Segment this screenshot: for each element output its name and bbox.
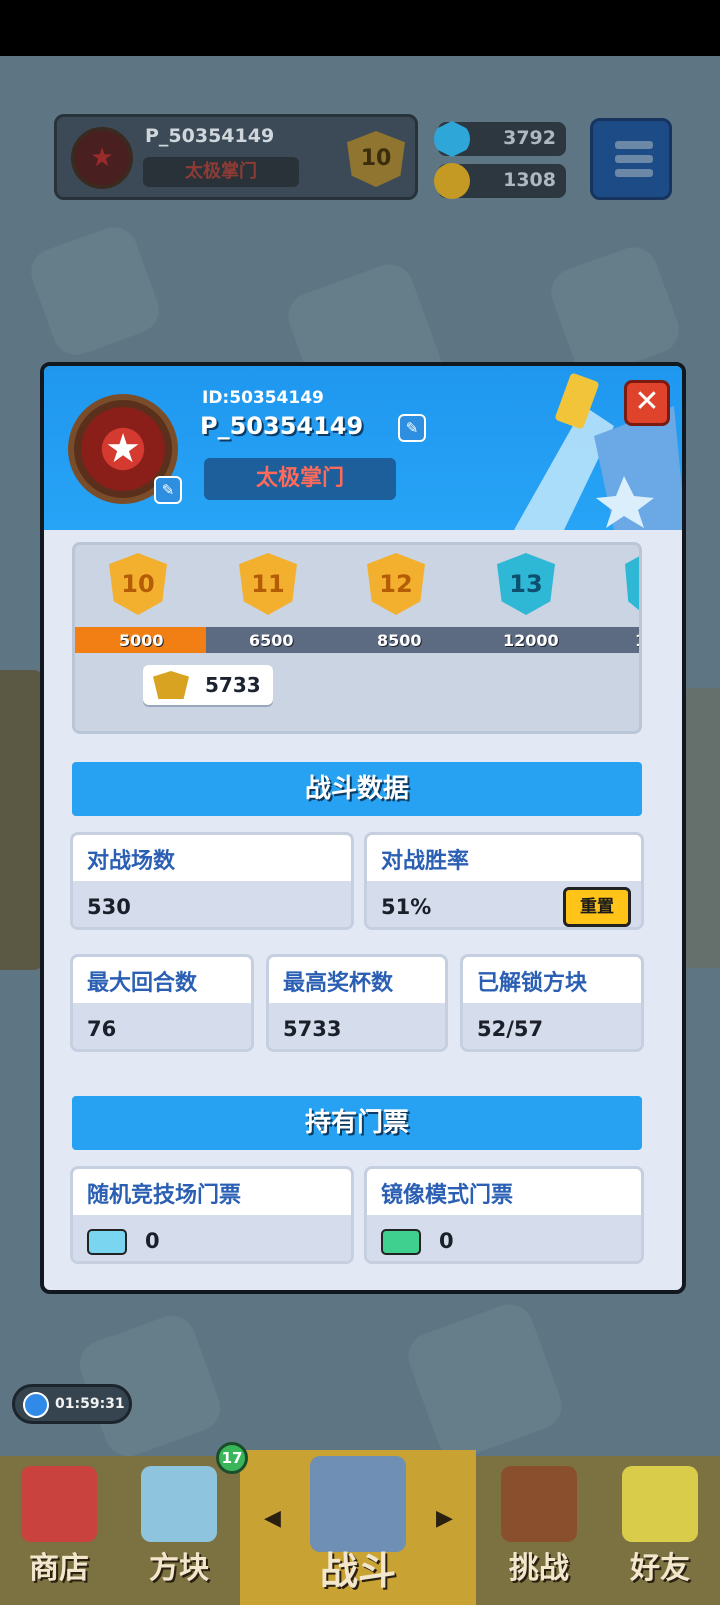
gem-count: 3792 bbox=[503, 127, 556, 149]
battle-stats-title: 战斗数据 bbox=[72, 762, 642, 816]
profile-clan[interactable]: 太极掌门 bbox=[204, 458, 396, 500]
max-rounds-label: 最大回合数 bbox=[87, 971, 198, 996]
random-arena-ticket-count: 0 bbox=[145, 1229, 160, 1253]
coin-count: 1308 bbox=[503, 169, 556, 191]
reset-button[interactable]: 重置 bbox=[563, 887, 631, 927]
friends-icon bbox=[622, 1466, 698, 1542]
max-trophies-label: 最高奖杯数 bbox=[283, 971, 394, 996]
coin-counter[interactable]: 1308 bbox=[434, 163, 566, 199]
rank-track: 10 11 12 13 5000 6500 8500 12000 1 5733 bbox=[72, 542, 642, 734]
tab-challenge[interactable]: 挑战 bbox=[480, 1456, 598, 1605]
gem-icon bbox=[434, 121, 470, 157]
current-trophies-value: 5733 bbox=[205, 673, 261, 697]
max-rounds-value: 76 bbox=[87, 1017, 117, 1041]
ticket-icon bbox=[381, 1229, 421, 1255]
matches-label: 对战场数 bbox=[87, 849, 176, 874]
profile-name: P_50354149 bbox=[200, 412, 364, 440]
tab-blocks-label: 方块 bbox=[149, 1551, 209, 1586]
tab-challenge-label: 挑战 bbox=[509, 1551, 569, 1586]
blocks-notification-badge: 17 bbox=[216, 1442, 248, 1474]
tab-shop-label: 商店 bbox=[29, 1551, 89, 1586]
ticket-icon bbox=[87, 1229, 127, 1255]
timer-value: 01:59:31 bbox=[55, 1396, 125, 1412]
tab-battle-label: 战斗 bbox=[319, 1549, 396, 1593]
player-summary-card[interactable]: ★ P_50354149 太极掌门 10 bbox=[54, 114, 418, 200]
status-bar bbox=[0, 0, 720, 56]
threshold-label: 1 bbox=[635, 631, 639, 650]
gem-counter[interactable]: 3792 bbox=[434, 121, 566, 157]
battle-icon bbox=[310, 1456, 406, 1552]
winrate-label: 对战胜率 bbox=[381, 849, 470, 874]
rank-badge-icon: 10 bbox=[109, 553, 167, 615]
edit-name-icon[interactable]: ✎ bbox=[398, 414, 426, 442]
unlocked-blocks-card: 已解锁方块 52/57 bbox=[460, 954, 644, 1052]
shop-timer: 01:59:31 bbox=[12, 1384, 132, 1424]
tickets-title: 持有门票 bbox=[72, 1096, 642, 1150]
rank-badge-icon: 13 bbox=[497, 553, 555, 615]
clock-icon bbox=[23, 1392, 49, 1418]
winrate-card: 对战胜率 51% 重置 bbox=[364, 832, 644, 930]
close-button[interactable]: ✕ bbox=[624, 380, 670, 426]
mirror-ticket-label: 镜像模式门票 bbox=[381, 1183, 514, 1208]
current-trophies: 5733 bbox=[143, 665, 273, 705]
max-rounds-card: 最大回合数 76 bbox=[70, 954, 254, 1052]
tab-shop[interactable]: 商店 bbox=[0, 1456, 118, 1605]
coin-icon bbox=[434, 163, 470, 199]
max-trophies-value: 5733 bbox=[283, 1017, 342, 1041]
matches-value: 530 bbox=[87, 895, 131, 919]
winrate-value: 51% bbox=[381, 895, 432, 919]
tab-friends[interactable]: 好友 bbox=[600, 1456, 720, 1605]
rank-badge-icon: 11 bbox=[239, 553, 297, 615]
mirror-ticket-card: 镜像模式门票 0 bbox=[364, 1166, 644, 1264]
unlocked-blocks-value: 52/57 bbox=[477, 1017, 544, 1041]
tab-blocks[interactable]: 方块 bbox=[120, 1456, 238, 1605]
player-name: P_50354149 bbox=[145, 125, 275, 147]
trophy-icon bbox=[153, 671, 189, 699]
menu-icon bbox=[615, 141, 653, 149]
max-trophies-card: 最高奖杯数 5733 bbox=[266, 954, 448, 1052]
rank-badge-icon: 12 bbox=[367, 553, 425, 615]
rank-badge-icon bbox=[625, 553, 639, 615]
threshold-label: 6500 bbox=[249, 631, 294, 650]
threshold-label: 5000 bbox=[119, 631, 164, 650]
side-panel-right bbox=[682, 688, 720, 968]
player-avatar: ★ bbox=[71, 127, 133, 189]
threshold-label: 8500 bbox=[377, 631, 422, 650]
tab-friends-label: 好友 bbox=[630, 1551, 690, 1586]
threshold-label: 12000 bbox=[503, 631, 559, 650]
arrow-right-icon[interactable]: ▶ bbox=[436, 1506, 453, 1531]
edit-avatar-icon[interactable]: ✎ bbox=[154, 476, 182, 504]
player-clan: 太极掌门 bbox=[143, 157, 299, 187]
rank-badge-icon: 10 bbox=[347, 131, 405, 187]
player-id: ID:50354149 bbox=[202, 388, 324, 408]
challenge-icon bbox=[501, 1466, 577, 1542]
tab-battle[interactable]: 战斗 bbox=[272, 1456, 444, 1605]
matches-card: 对战场数 530 bbox=[70, 832, 354, 930]
random-arena-ticket-label: 随机竞技场门票 bbox=[87, 1183, 242, 1208]
mirror-ticket-count: 0 bbox=[439, 1229, 454, 1253]
unlocked-blocks-label: 已解锁方块 bbox=[477, 971, 588, 996]
side-panel-left bbox=[0, 670, 42, 970]
profile-modal: ★ ✎ ID:50354149 P_50354149 ✎ 太极掌门 ✕ 10 1… bbox=[40, 362, 686, 1294]
block-icon bbox=[141, 1466, 217, 1542]
menu-button[interactable] bbox=[590, 118, 672, 200]
shop-icon bbox=[21, 1466, 97, 1542]
profile-header: ★ ✎ ID:50354149 P_50354149 ✎ 太极掌门 ✕ bbox=[44, 366, 682, 530]
random-arena-ticket-card: 随机竞技场门票 0 bbox=[70, 1166, 354, 1264]
